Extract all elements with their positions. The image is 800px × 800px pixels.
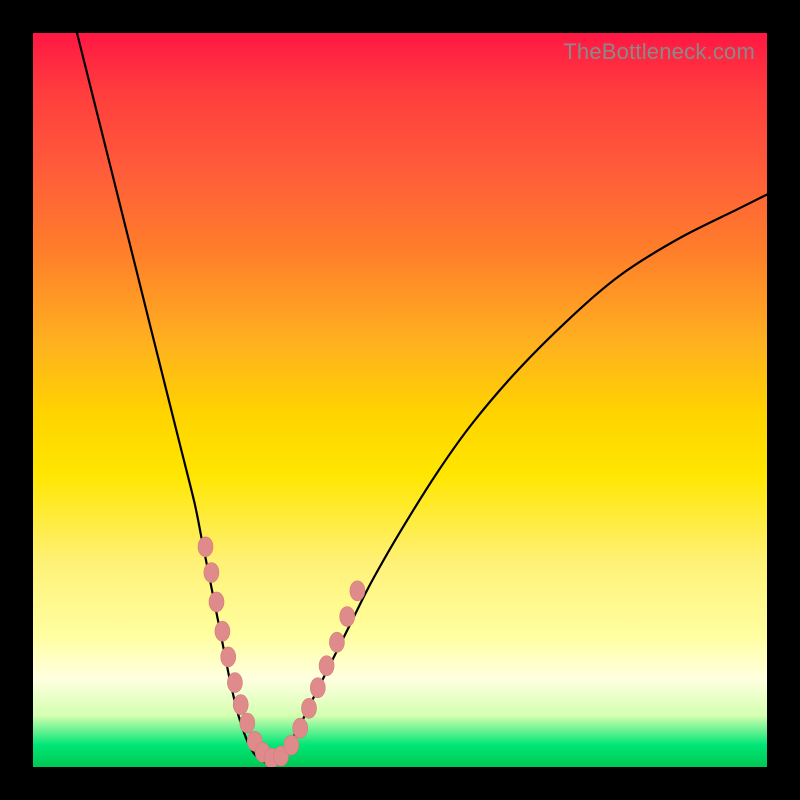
plot-area: TheBottleneck.com (33, 33, 767, 767)
highlight-dot (240, 713, 255, 733)
highlight-dot (233, 695, 248, 715)
highlight-dot (340, 607, 355, 627)
highlight-dot (198, 537, 213, 557)
highlight-dot (293, 718, 308, 738)
curve-svg (33, 33, 767, 767)
highlight-dot (227, 673, 242, 693)
highlight-dot (319, 656, 334, 676)
highlight-dot (284, 735, 299, 755)
highlight-dot (221, 647, 236, 667)
bottleneck-curve (77, 33, 767, 763)
highlight-dot (350, 581, 365, 601)
chart-frame: TheBottleneck.com (0, 0, 800, 800)
highlight-dot (209, 592, 224, 612)
highlight-dot (204, 563, 219, 583)
highlight-dot (329, 632, 344, 652)
highlight-dot (302, 698, 317, 718)
highlight-dots-group (198, 537, 365, 767)
highlight-dot (310, 678, 325, 698)
highlight-dot (215, 621, 230, 641)
